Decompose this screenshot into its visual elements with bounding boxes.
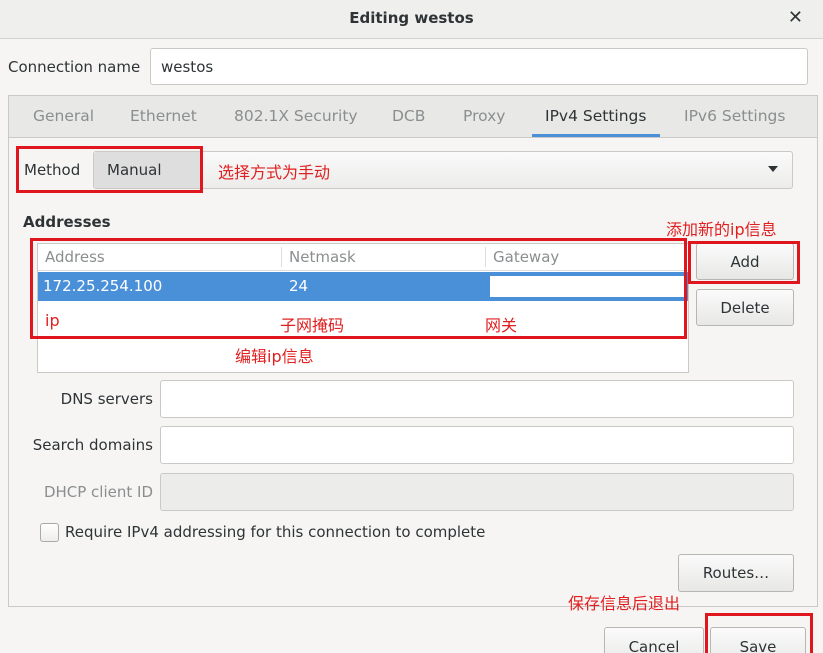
tab-dcb[interactable]: DCB <box>392 107 425 125</box>
chevron-down-icon <box>768 166 778 172</box>
tab-proxy[interactable]: Proxy <box>463 107 505 125</box>
cancel-button[interactable]: Cancel <box>604 627 704 653</box>
addresses-heading: Addresses <box>23 213 111 231</box>
dhcp-client-id-input <box>160 473 794 511</box>
connection-name-label: Connection name <box>8 58 141 76</box>
annotation-add-note: 添加新的ip信息 <box>666 220 777 239</box>
tab-general[interactable]: General <box>33 107 94 125</box>
annotation-box-save <box>705 613 813 653</box>
annotation-method-note: 选择方式为手动 <box>218 163 331 182</box>
annotation-save-note: 保存信息后退出 <box>568 594 681 613</box>
require-ipv4-label[interactable]: Require IPv4 addressing for this connect… <box>65 523 485 541</box>
annotation-edit-note: 编辑ip信息 <box>235 347 314 366</box>
window-title: Editing westos <box>349 9 474 27</box>
tab-8021x-security[interactable]: 802.1X Security <box>234 107 358 125</box>
delete-address-button[interactable]: Delete <box>696 289 794 326</box>
dhcp-client-id-label: DHCP client ID <box>43 483 153 501</box>
annotation-ip-note: ip <box>45 311 60 330</box>
tab-ipv6-settings[interactable]: IPv6 Settings <box>684 107 785 125</box>
tab-bar: General Ethernet 802.1X Security DCB Pro… <box>9 96 817 138</box>
require-ipv4-checkbox[interactable] <box>40 523 59 542</box>
dns-servers-label: DNS servers <box>60 390 153 408</box>
tab-ipv4-settings[interactable]: IPv4 Settings <box>545 107 646 125</box>
annotation-box-addresses <box>30 238 687 339</box>
annotation-box-add <box>688 241 800 284</box>
annotation-box-method <box>16 146 203 193</box>
active-tab-indicator <box>532 134 660 137</box>
dns-servers-input[interactable] <box>160 380 794 418</box>
tab-ethernet[interactable]: Ethernet <box>130 107 197 125</box>
search-domains-label: Search domains <box>32 436 153 454</box>
annotation-netmask-note: 子网掩码 <box>280 316 345 335</box>
annotation-gateway-note: 网关 <box>485 316 518 335</box>
search-domains-input[interactable] <box>160 426 794 464</box>
close-icon[interactable]: ✕ <box>788 7 803 28</box>
connection-name-input[interactable] <box>150 48 808 85</box>
routes-button[interactable]: Routes… <box>678 554 794 592</box>
title-bar: Editing westos ✕ <box>0 0 823 39</box>
